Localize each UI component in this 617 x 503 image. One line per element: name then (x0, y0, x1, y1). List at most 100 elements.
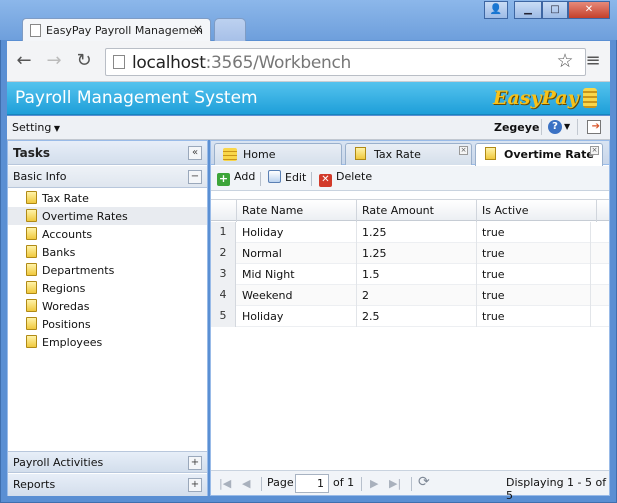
url-text: localhost:3565/Workbench (132, 53, 351, 73)
row-number: 2 (211, 243, 236, 264)
help-icon[interactable]: ? (548, 120, 562, 134)
cell-divider (476, 264, 477, 285)
cell-rate-name: Normal (242, 247, 282, 260)
easypay-logo: EasyPay (491, 86, 603, 112)
new-tab-button[interactable] (214, 18, 246, 41)
tree-item-label: Overtime Rates (42, 210, 128, 223)
tree-item-banks[interactable]: Banks (8, 243, 207, 261)
tree-item-accounts[interactable]: Accounts (8, 225, 207, 243)
tab-home[interactable]: Home (214, 143, 342, 165)
tasks-title: Tasks (13, 146, 51, 160)
refresh-icon[interactable]: ⟳ (418, 474, 430, 490)
column-divider (476, 200, 477, 222)
user-icon[interactable]: 👤 (484, 1, 508, 19)
paging-status: Displaying 1 - 5 of 5 (506, 476, 607, 502)
row-number: 4 (211, 285, 236, 306)
reload-icon[interactable]: ↻ (73, 50, 95, 71)
app-title: Payroll Management System (15, 88, 258, 108)
star-icon[interactable]: ☆ (554, 50, 576, 72)
browser-tab[interactable]: EasyPay Payroll Managemen × (22, 18, 211, 41)
app-banner: Payroll Management System EasyPay (7, 82, 610, 115)
tree-item-woredas[interactable]: Woredas (8, 297, 207, 315)
cell-divider (356, 264, 357, 285)
forward-arrow-icon[interactable]: → (43, 50, 65, 71)
folder-icon (26, 281, 37, 294)
tab-tax-rate[interactable]: Tax Rate × (345, 143, 472, 165)
cell-divider (356, 285, 357, 306)
table-row[interactable]: 2 Normal 1.25 true (211, 243, 609, 264)
cell-divider (476, 306, 477, 327)
row-number: 5 (211, 306, 236, 327)
table-row[interactable]: 5 Holiday 2.5 true (211, 306, 609, 327)
edit-icon (268, 170, 281, 183)
folder-icon (26, 227, 37, 240)
column-header-rate-amount[interactable]: Rate Amount (362, 204, 434, 217)
tree-item-label: Departments (42, 264, 115, 277)
table-row[interactable]: 1 Holiday 1.25 true (211, 222, 609, 243)
divider (311, 172, 312, 186)
delete-button[interactable]: ✕ Delete (319, 170, 372, 187)
basic-info-header[interactable]: Basic Info − (8, 166, 207, 188)
coins-icon (583, 88, 597, 108)
back-arrow-icon[interactable]: ← (13, 50, 35, 71)
divider (411, 477, 412, 491)
help-dropdown-icon[interactable]: ▼ (564, 122, 570, 131)
delete-icon: ✕ (319, 174, 332, 187)
folder-icon (26, 317, 37, 330)
divider (577, 119, 578, 135)
close-tab-icon[interactable]: × (459, 146, 468, 155)
address-bar[interactable]: localhost:3565/Workbench (105, 48, 586, 76)
logout-icon[interactable]: ➔ (587, 120, 601, 134)
reports-header[interactable]: Reports + (8, 474, 207, 496)
close-tab-icon[interactable]: × (590, 146, 599, 155)
setting-label: Setting (12, 121, 52, 134)
next-page-icon[interactable]: ▶ (370, 477, 378, 490)
edit-button[interactable]: Edit (268, 170, 306, 187)
tree-item-regions[interactable]: Regions (8, 279, 207, 297)
edit-label: Edit (285, 171, 307, 184)
row-number: 1 (211, 222, 236, 243)
tree-item-departments[interactable]: Departments (8, 261, 207, 279)
close-tab-icon[interactable]: × (193, 22, 203, 36)
app-tab-strip: Home Tax Rate × Overtime Rate × (211, 141, 609, 166)
collapse-section-icon[interactable]: − (188, 170, 202, 184)
page-number-input[interactable]: 1 (295, 474, 329, 493)
cell-is-active: true (482, 289, 505, 302)
first-page-icon[interactable]: |◀ (219, 477, 231, 490)
cell-is-active: true (482, 310, 505, 323)
cell-divider (590, 285, 591, 306)
folder-icon (26, 209, 37, 222)
content-panel: Home Tax Rate × Overtime Rate × + Add Edi… (210, 140, 610, 502)
collapse-panel-icon[interactable]: « (188, 146, 202, 160)
maximize-button[interactable]: □ (542, 1, 568, 19)
last-page-icon[interactable]: ▶| (389, 477, 401, 490)
add-button[interactable]: + Add (217, 170, 255, 187)
table-row[interactable]: 4 Weekend 2 true (211, 285, 609, 306)
cell-divider (356, 243, 357, 264)
column-header-is-active[interactable]: Is Active (482, 204, 529, 217)
cell-rate-name: Mid Night (242, 268, 295, 281)
expand-section-icon[interactable]: + (188, 478, 202, 492)
table-row[interactable]: 3 Mid Night 1.5 true (211, 264, 609, 285)
cell-divider (590, 222, 591, 243)
tree-item-tax-rate[interactable]: Tax Rate (8, 189, 207, 207)
cell-is-active: true (482, 268, 505, 281)
tree-item-positions[interactable]: Positions (8, 315, 207, 333)
add-icon: + (217, 172, 230, 186)
column-header-rate-name[interactable]: Rate Name (242, 204, 303, 217)
divider (261, 477, 262, 491)
logo-text: EasyPay (493, 87, 579, 109)
column-divider (236, 200, 237, 222)
minimize-button[interactable]: ▁ (514, 1, 542, 19)
tree-item-employees[interactable]: Employees (8, 333, 207, 351)
menu-icon[interactable]: ≡ (582, 50, 604, 71)
tab-overtime-rate[interactable]: Overtime Rate × (475, 143, 603, 166)
close-window-button[interactable]: ✕ (568, 1, 610, 19)
expand-section-icon[interactable]: + (188, 456, 202, 470)
payroll-activities-header[interactable]: Payroll Activities + (8, 451, 207, 473)
folder-icon (26, 299, 37, 312)
tree-item-overtime-rates[interactable]: Overtime Rates (8, 207, 207, 225)
url-path: :3565/Workbench (205, 53, 352, 73)
setting-menu[interactable]: Setting ▼ (12, 121, 60, 134)
previous-page-icon[interactable]: ◀ (242, 477, 250, 490)
